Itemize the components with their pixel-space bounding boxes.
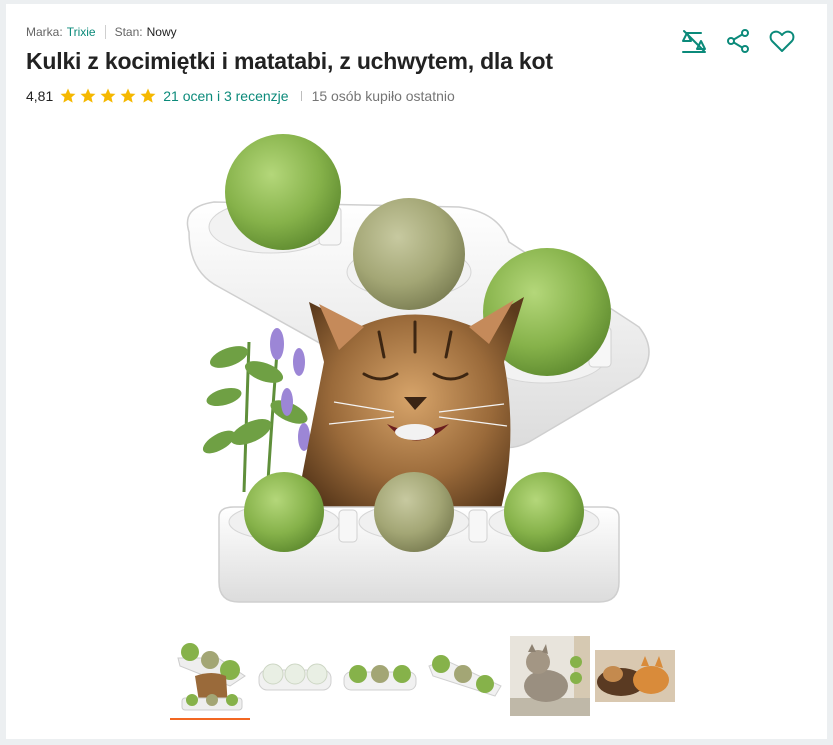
thumbnail-4[interactable] bbox=[425, 636, 505, 716]
thumbnail-image bbox=[510, 636, 590, 716]
product-actions bbox=[679, 26, 797, 56]
bought-recently: 15 osób kupiło ostatnio bbox=[311, 88, 455, 104]
main-product-image[interactable] bbox=[159, 112, 679, 632]
star-icon bbox=[140, 88, 156, 103]
rating-row: 4,81 21 ocen i 3 recenzje 15 osób kupiło… bbox=[26, 86, 455, 106]
thumbnail-image bbox=[255, 636, 335, 716]
star-icon bbox=[100, 88, 116, 103]
meta-divider bbox=[104, 25, 106, 39]
compare-button[interactable] bbox=[679, 26, 709, 56]
catnip-balls-photo bbox=[186, 134, 650, 603]
reviews-link[interactable]: 21 ocen i 3 recenzje bbox=[163, 88, 288, 104]
product-meta: Marka: Trixie Stan: Nowy bbox=[26, 24, 177, 40]
thumbnail-image bbox=[170, 636, 250, 716]
star-icon bbox=[80, 88, 96, 103]
thumbnail-2[interactable] bbox=[255, 636, 335, 716]
share-button[interactable] bbox=[723, 26, 753, 56]
product-title: Kulki z kocimiętki i matatabi, z uchwyte… bbox=[26, 48, 553, 74]
star-icon bbox=[60, 88, 76, 103]
brand-label: Marka: bbox=[26, 25, 63, 39]
thumbnail-1[interactable] bbox=[170, 636, 250, 720]
condition-label: Stan: bbox=[114, 25, 143, 39]
image-gallery-thumbnails bbox=[170, 636, 675, 720]
favorite-button[interactable] bbox=[767, 26, 797, 56]
condition-value: Nowy bbox=[146, 25, 177, 39]
rating-divider bbox=[300, 91, 302, 101]
share-icon bbox=[727, 29, 749, 53]
thumbnail-image bbox=[340, 636, 420, 716]
heart-icon bbox=[769, 30, 795, 52]
scales-icon bbox=[682, 30, 706, 53]
thumbnail-image bbox=[425, 636, 505, 716]
thumbnail-image bbox=[595, 636, 675, 716]
brand-link[interactable]: Trixie bbox=[67, 25, 96, 39]
thumbnail-6[interactable] bbox=[595, 636, 675, 716]
rating-stars bbox=[59, 87, 157, 105]
rating-value: 4,81 bbox=[26, 88, 54, 104]
thumbnail-5[interactable] bbox=[510, 636, 590, 716]
star-icon bbox=[120, 88, 136, 103]
product-card: Marka: Trixie Stan: Nowy Kulki z kocimię… bbox=[6, 4, 827, 739]
thumbnail-3[interactable] bbox=[340, 636, 420, 716]
